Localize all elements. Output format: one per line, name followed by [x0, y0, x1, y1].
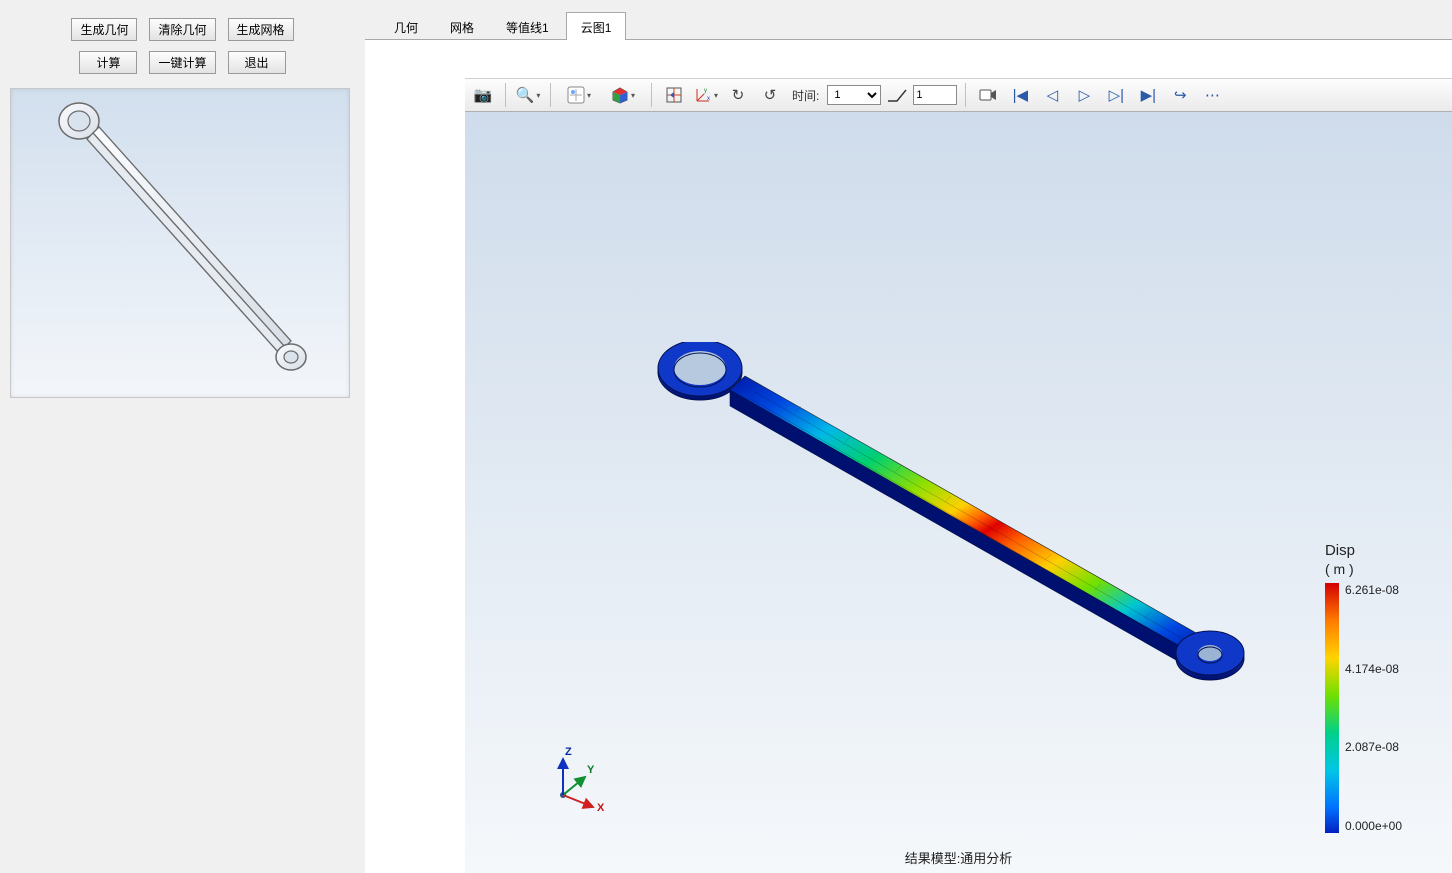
last-frame-icon[interactable]: ▶| [1134, 82, 1162, 108]
left-panel: 生成几何 清除几何 生成网格 计算 一键计算 退出 [0, 0, 365, 873]
first-frame-icon[interactable]: |◀ [1006, 82, 1034, 108]
generate-mesh-button[interactable]: 生成网格 [228, 18, 294, 41]
button-row-2: 计算 一键计算 退出 [0, 51, 365, 74]
frame-spin[interactable] [913, 85, 957, 105]
time-label: 时间: [788, 87, 823, 104]
exit-button[interactable]: 退出 [228, 51, 286, 74]
separator [965, 83, 966, 107]
svg-text:Y: Y [587, 764, 595, 776]
svg-text:x: x [707, 96, 710, 102]
svg-text:Z: Z [565, 746, 572, 758]
axis-triad: X Y Z [545, 743, 615, 813]
camera-record-icon[interactable] [974, 82, 1002, 108]
next-frame-icon[interactable]: ▷| [1102, 82, 1130, 108]
zoom-icon[interactable]: 🔍 [514, 82, 542, 108]
generate-geometry-button[interactable]: 生成几何 [71, 18, 137, 41]
result-model-label: 结果模型:通用分析 [905, 848, 1013, 867]
viewer-canvas[interactable]: Disp ( m ) 6.261e-08 4.174e-08 2.087e-08… [465, 112, 1452, 873]
rotate-ccw-icon[interactable]: ↺ [756, 82, 784, 108]
viewer-wrap: 📷 🔍 yx ↻ ↺ [465, 78, 1452, 873]
cube-icon[interactable] [603, 82, 643, 108]
rotate-cw-icon[interactable]: ↻ [724, 82, 752, 108]
svg-text:y: y [704, 88, 707, 94]
legend-tick: 6.261e-08 [1345, 583, 1402, 597]
scale-icon[interactable] [885, 82, 909, 108]
snapshot-icon[interactable]: 📷 [469, 82, 497, 108]
tab-geometry[interactable]: 几何 [379, 12, 433, 40]
legend-tick: 2.087e-08 [1345, 740, 1402, 754]
geometry-preview[interactable] [10, 88, 350, 398]
legend-unit: ( m ) [1325, 561, 1402, 577]
separator [651, 83, 652, 107]
time-combo[interactable]: 1 [827, 85, 881, 105]
clear-geometry-button[interactable]: 清除几何 [149, 18, 215, 41]
fit-view-icon[interactable] [660, 82, 688, 108]
viewer-toolbar: 📷 🔍 yx ↻ ↺ [465, 78, 1452, 112]
legend-ticks: 6.261e-08 4.174e-08 2.087e-08 0.000e+00 [1345, 583, 1402, 833]
palette-icon[interactable] [559, 82, 599, 108]
legend-tick: 0.000e+00 [1345, 819, 1402, 833]
tab-strip: 几何 网格 等值线1 云图1 [365, 0, 1452, 40]
separator [505, 83, 506, 107]
tab-mesh[interactable]: 网格 [435, 12, 489, 40]
axes-icon[interactable]: yx [692, 82, 720, 108]
one-click-compute-button[interactable]: 一键计算 [149, 51, 215, 74]
right-area: 几何 网格 等值线1 云图1 📷 🔍 [365, 0, 1452, 873]
prev-frame-icon[interactable]: ◁ [1038, 82, 1066, 108]
tab-contour1[interactable]: 等值线1 [491, 12, 564, 40]
more-icon[interactable]: ⋯ [1198, 82, 1226, 108]
result-model-render [645, 342, 1265, 722]
legend-title: Disp [1325, 542, 1402, 559]
preview-svg [11, 89, 351, 399]
legend-tick: 4.174e-08 [1345, 662, 1402, 676]
svg-text:X: X [597, 802, 605, 813]
compute-button[interactable]: 计算 [79, 51, 137, 74]
color-legend: Disp ( m ) 6.261e-08 4.174e-08 2.087e-08… [1325, 542, 1402, 833]
play-icon[interactable]: ▷ [1070, 82, 1098, 108]
tab-cloud1[interactable]: 云图1 [566, 12, 627, 40]
button-row-1: 生成几何 清除几何 生成网格 [0, 18, 365, 41]
export-icon[interactable]: ↪ [1166, 82, 1194, 108]
legend-colorbar [1325, 583, 1339, 833]
separator [550, 83, 551, 107]
